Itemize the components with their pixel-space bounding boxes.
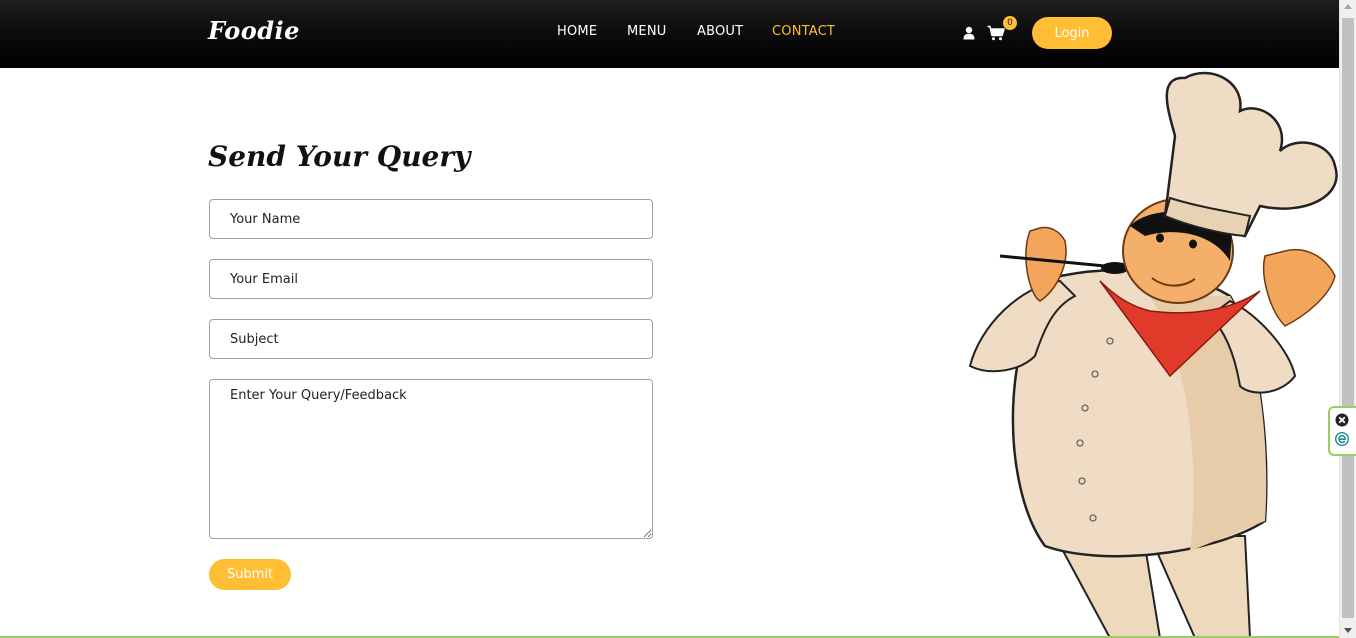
email-field[interactable] xyxy=(209,259,653,299)
page-scrollbar[interactable] xyxy=(1339,0,1356,638)
chef-illustration xyxy=(968,71,1338,638)
name-field[interactable] xyxy=(209,199,653,239)
form-title: Send Your Query xyxy=(208,140,471,173)
cart-icon[interactable] xyxy=(987,25,1005,41)
submit-button[interactable]: Submit xyxy=(209,559,291,590)
nav-home[interactable]: HOME xyxy=(557,24,597,39)
extension-widget xyxy=(1328,406,1356,456)
cart-count-badge: 0 xyxy=(1003,16,1017,30)
navbar: Foodie HOME MENU ABOUT CONTACT 0 Login xyxy=(0,0,1339,68)
login-button[interactable]: Login xyxy=(1032,17,1112,49)
subject-field[interactable] xyxy=(209,319,653,359)
scroll-down-arrow-icon[interactable] xyxy=(1344,628,1352,633)
scroll-up-arrow-icon[interactable] xyxy=(1344,4,1352,9)
extension-e-icon[interactable] xyxy=(1335,432,1349,446)
close-icon[interactable] xyxy=(1335,413,1349,427)
nav-about[interactable]: ABOUT xyxy=(697,24,743,39)
nav-menu[interactable]: MENU xyxy=(627,24,666,39)
nav-contact[interactable]: CONTACT xyxy=(772,24,835,39)
query-textarea[interactable] xyxy=(209,379,653,539)
scroll-thumb[interactable] xyxy=(1342,18,1354,618)
user-icon[interactable] xyxy=(963,26,975,40)
brand-logo[interactable]: Foodie xyxy=(208,16,300,45)
